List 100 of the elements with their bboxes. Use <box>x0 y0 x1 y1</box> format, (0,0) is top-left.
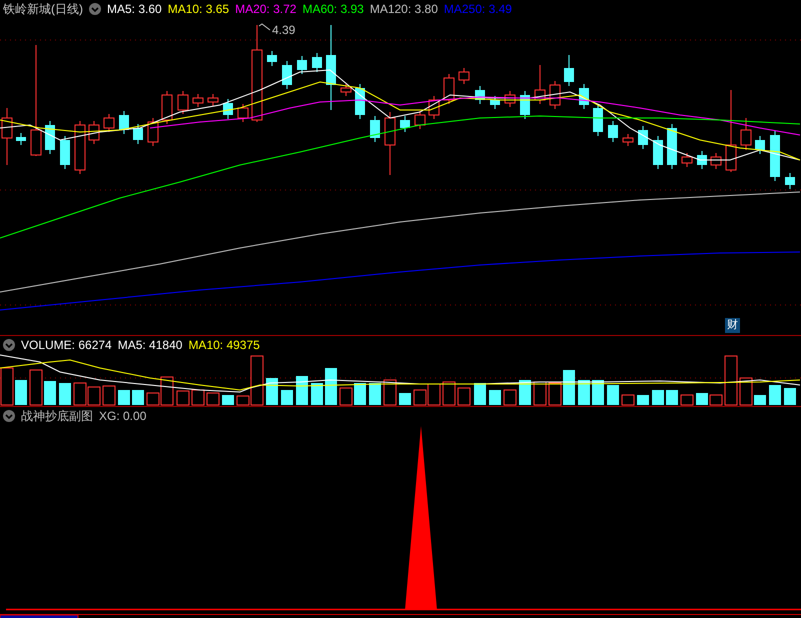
legend-value: 战神抄底副图 <box>21 408 93 425</box>
dropdown-icon[interactable] <box>3 339 15 351</box>
candlestick <box>119 110 129 134</box>
volume-bar <box>74 382 86 406</box>
volume-bar <box>740 378 752 406</box>
candlestick <box>638 126 648 150</box>
candlestick <box>622 134 634 146</box>
volume-bar <box>354 383 366 405</box>
candlestick <box>608 120 618 142</box>
legend-value: MA10: 3.65 <box>168 1 230 18</box>
volume-bar <box>607 385 619 405</box>
candlestick <box>414 110 426 130</box>
volume-bar <box>548 382 562 406</box>
volume-bar <box>724 356 738 406</box>
volume-bar <box>666 390 678 405</box>
volume-bar <box>474 383 486 405</box>
date-scrollbar[interactable] <box>0 614 78 618</box>
candlestick <box>238 104 248 122</box>
legend-value: MA5: 41840 <box>118 337 182 354</box>
candlestick <box>384 112 396 176</box>
volume-bar <box>519 380 531 405</box>
volume-bar <box>504 390 516 406</box>
volume-bar <box>369 383 381 405</box>
volume-bar <box>563 370 575 405</box>
legend-value: MA5: 3.60 <box>107 1 162 18</box>
candlestick <box>340 84 352 96</box>
dropdown-icon[interactable] <box>89 3 101 15</box>
volume-bar <box>784 388 796 405</box>
volume-bar <box>769 385 781 405</box>
candlestick <box>223 98 233 120</box>
volume-bar <box>281 390 293 405</box>
candlestick <box>297 56 307 74</box>
volume-bar <box>311 383 323 405</box>
volume-bar <box>206 392 220 406</box>
volume-bar <box>578 380 590 405</box>
legend-value: XG: 0.00 <box>99 408 146 425</box>
volume-bar <box>489 390 501 405</box>
legend-value: MA250: 3.49 <box>444 1 512 18</box>
candlestick <box>490 96 500 110</box>
volume-bar <box>458 388 470 406</box>
candlestick <box>178 90 188 114</box>
candlestick <box>458 68 470 84</box>
volume-bar <box>592 380 604 405</box>
candlestick <box>667 124 677 170</box>
candlestick <box>60 136 70 170</box>
candlestick <box>16 132 26 146</box>
volume-bar <box>680 394 694 406</box>
candlestick <box>564 54 574 86</box>
candlestick <box>770 130 780 182</box>
volume-bar <box>59 383 71 405</box>
legend-value: MA20: 3.72 <box>235 1 296 18</box>
candlestick <box>653 136 663 170</box>
volume-bar <box>132 390 144 405</box>
volume-bar <box>30 370 42 406</box>
candlestick <box>740 118 752 150</box>
volume-bar <box>384 380 396 406</box>
candlestick <box>148 118 158 146</box>
volume-bar <box>754 395 766 405</box>
candlestick <box>162 90 172 124</box>
candlestick <box>534 64 546 104</box>
volume-bar <box>696 393 708 405</box>
volume-bar <box>88 386 100 406</box>
candlestick <box>428 96 440 120</box>
volume-bar <box>325 368 337 405</box>
candlestick <box>593 104 603 136</box>
volume-bar <box>442 382 456 406</box>
candlestick <box>697 150 707 170</box>
candlestick <box>208 94 218 106</box>
candlestick <box>104 114 114 132</box>
legend-value: MA120: 3.80 <box>370 1 438 18</box>
finance-badge[interactable]: 财 <box>725 318 740 333</box>
volume-bar <box>428 384 440 406</box>
candlestick <box>444 74 454 104</box>
volume-bar <box>399 393 411 405</box>
volume-bar <box>296 376 308 405</box>
candlestick <box>282 60 292 90</box>
volume-bar <box>637 395 649 405</box>
volume-bar <box>15 380 27 405</box>
legend-value: MA10: 49375 <box>188 337 260 354</box>
candlestick <box>504 90 516 108</box>
legend-value: MA60: 3.93 <box>302 1 364 18</box>
volume-bar <box>652 390 664 405</box>
volume-bar <box>102 386 116 406</box>
candlestick <box>45 120 55 154</box>
volume-bar <box>534 382 546 406</box>
candlestick <box>785 172 795 190</box>
dropdown-icon[interactable] <box>3 410 15 422</box>
candlestick <box>88 120 100 144</box>
candlestick <box>682 152 692 168</box>
volume-bar <box>176 390 190 406</box>
candlestick <box>133 124 143 144</box>
candlestick <box>710 152 722 170</box>
volume-bar <box>118 390 130 405</box>
candlestick <box>74 120 86 174</box>
price-marker: 4.39 <box>272 22 296 39</box>
leader-line <box>258 23 270 30</box>
candlestick <box>312 52 322 72</box>
chart-title: 铁岭新城(日线) <box>3 1 83 18</box>
volume-bar <box>266 378 278 405</box>
candlestick <box>370 116 380 142</box>
